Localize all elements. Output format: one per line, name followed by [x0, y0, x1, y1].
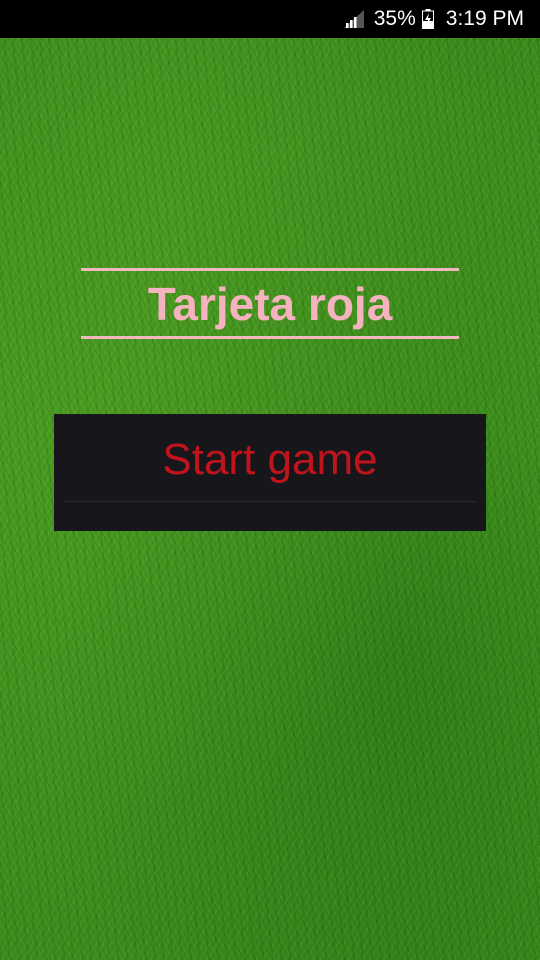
title-divider-bottom — [81, 336, 459, 339]
title-divider-top — [81, 268, 459, 271]
clock: 3:19 PM — [445, 7, 524, 30]
signal-icon — [343, 10, 364, 28]
button-divider — [64, 501, 476, 502]
battery-charging-icon — [421, 9, 434, 29]
start-game-label: Start game — [162, 435, 378, 484]
title-block: Tarjeta roja — [81, 268, 459, 340]
app-title: Tarjeta roja — [147, 278, 393, 330]
status-bar: 35% 3:19 PM — [0, 0, 540, 38]
start-game-button[interactable]: Start game — [54, 414, 486, 531]
app-screen: 35% 3:19 PM Tarjeta roja Start game — [0, 0, 540, 960]
battery-percent: 35% — [373, 7, 416, 30]
